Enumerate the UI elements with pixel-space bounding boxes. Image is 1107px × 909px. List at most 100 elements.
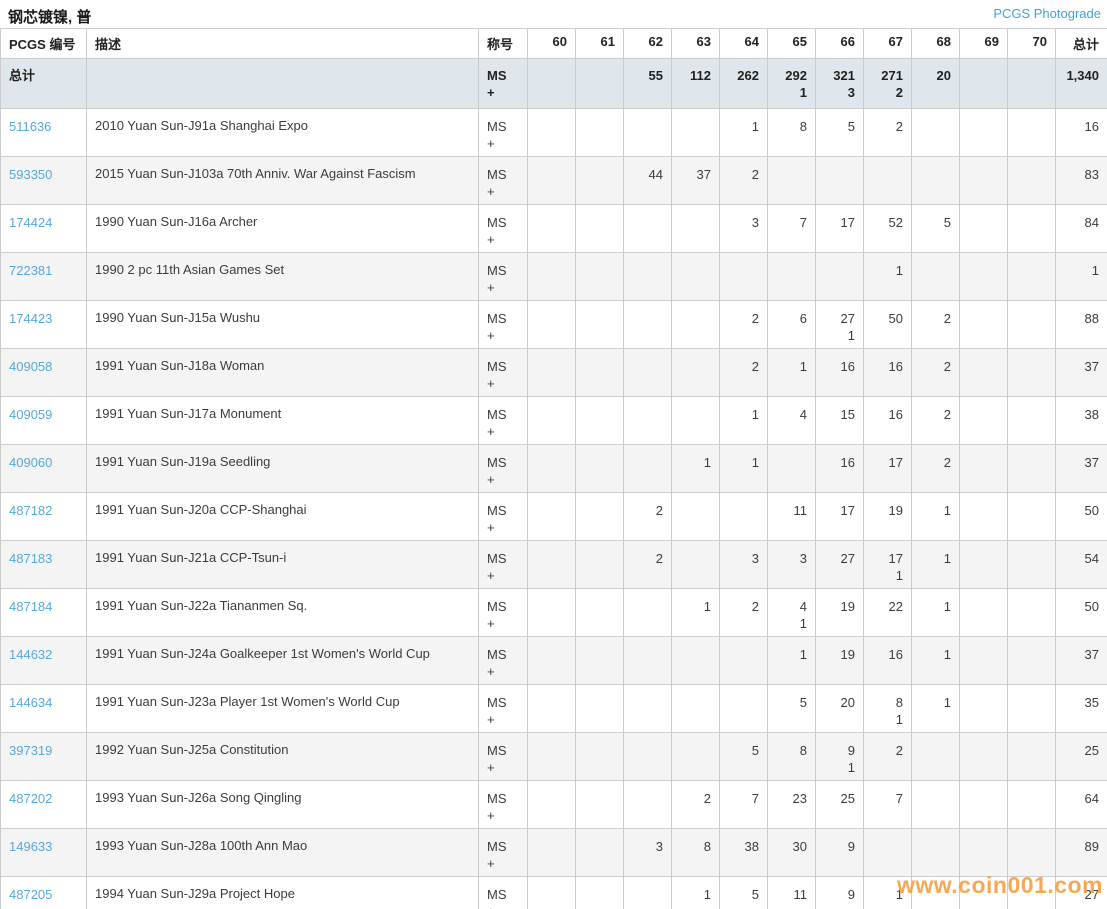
pcgs-number-link[interactable]: 409060 xyxy=(9,455,52,470)
pcgs-number-link[interactable]: 174423 xyxy=(9,311,52,326)
grade-count-ms: 1 xyxy=(896,263,903,278)
grade-count-ms: 16 xyxy=(841,359,855,374)
table-row: 4871841991 Yuan Sun-J22a Tiananmen Sq.MS… xyxy=(1,589,1107,637)
grade-cell: 20 xyxy=(816,685,864,733)
designation-ms-label: MS xyxy=(487,838,519,855)
totals-row: 总计MS+55112262292132132712201,340 xyxy=(1,59,1107,109)
grade-cell: 25 xyxy=(816,781,864,829)
grade-count-ms: 1 xyxy=(944,599,951,614)
pcgs-number-cell: 487202 xyxy=(1,781,87,829)
pcgs-number-link[interactable]: 511636 xyxy=(9,119,51,134)
pcgs-number-link[interactable]: 487202 xyxy=(9,791,52,806)
designation-cell: MS+ xyxy=(479,109,528,157)
grade-cell xyxy=(672,733,720,781)
designation-ms-label: MS xyxy=(487,358,519,375)
grade-count-ms: 3 xyxy=(800,551,807,566)
pcgs-number-link[interactable]: 487184 xyxy=(9,599,52,614)
grade-cell xyxy=(624,637,672,685)
pcgs-number-link[interactable]: 174424 xyxy=(9,215,52,230)
pcgs-number-link[interactable]: 487183 xyxy=(9,551,52,566)
row-total-cell: 50 xyxy=(1056,589,1107,637)
grade-cell xyxy=(576,733,624,781)
description-cell: 2010 Yuan Sun-J91a Shanghai Expo xyxy=(87,109,479,157)
grade-cell xyxy=(960,205,1008,253)
pcgs-number-cell: 397319 xyxy=(1,733,87,781)
pcgs-number-link[interactable]: 397319 xyxy=(9,743,52,758)
grade-cell: 9 xyxy=(816,829,864,877)
grade-cell: 2 xyxy=(624,541,672,589)
pcgs-number-link[interactable]: 409058 xyxy=(9,359,52,374)
pcgs-number-link[interactable]: 593350 xyxy=(9,167,52,182)
page-title: 钢芯镀镍, 普 xyxy=(8,6,91,27)
grade-count-ms: 11 xyxy=(794,503,808,518)
grade-cell: 1 xyxy=(912,493,960,541)
grade-cell: 17 xyxy=(864,445,912,493)
grade-count-ms: 2 xyxy=(944,311,951,326)
grade-cell: 37 xyxy=(672,157,720,205)
grade-cell xyxy=(528,349,576,397)
grade-count-ms: 2 xyxy=(752,167,759,182)
pcgs-number-link[interactable]: 144632 xyxy=(9,647,52,662)
grade-cell: 30 xyxy=(768,829,816,877)
pcgs-number-cell: 487205 xyxy=(1,877,87,909)
designation-ms-label: MS xyxy=(487,694,519,711)
grade-count-ms: 2 xyxy=(704,791,711,806)
grade-cell xyxy=(528,877,576,909)
grade-count-ms: 50 xyxy=(889,311,903,326)
grade-cell xyxy=(960,301,1008,349)
grade-count-ms: 2 xyxy=(752,599,759,614)
grade-cell: 1 xyxy=(672,445,720,493)
grade-cell xyxy=(576,349,624,397)
grade-cell xyxy=(576,253,624,301)
description-cell: 1991 Yuan Sun-J20a CCP-Shanghai xyxy=(87,493,479,541)
pcgs-number-cell: 593350 xyxy=(1,157,87,205)
grade-cell xyxy=(720,253,768,301)
grade-cell xyxy=(576,541,624,589)
row-total-cell: 83 xyxy=(1056,157,1107,205)
column-header-description: 描述 xyxy=(87,29,479,59)
table-row: 4871821991 Yuan Sun-J20a CCP-ShanghaiMS+… xyxy=(1,493,1107,541)
table-header-row: PCGS 编号 描述 称号 6061626364656667686970总计 xyxy=(1,29,1107,59)
grade-count-ms: 1 xyxy=(944,695,951,710)
row-total-cell: 50 xyxy=(1056,493,1107,541)
designation-ms-label: MS xyxy=(487,598,519,615)
pcgs-number-link[interactable]: 144634 xyxy=(9,695,52,710)
pcgs-number-link[interactable]: 409059 xyxy=(9,407,52,422)
grade-cell xyxy=(624,397,672,445)
grade-cell: 19 xyxy=(816,589,864,637)
grade-count-ms: 22 xyxy=(889,599,903,614)
grade-cell xyxy=(1008,301,1056,349)
designation-plus-label: + xyxy=(487,615,519,632)
pcgs-number-cell: 409059 xyxy=(1,397,87,445)
pcgs-number-link[interactable]: 487205 xyxy=(9,887,52,902)
grade-cell xyxy=(912,253,960,301)
designation-plus-label: + xyxy=(487,759,519,776)
designation-plus-label: + xyxy=(487,231,519,248)
table-row: 4872021993 Yuan Sun-J26a Song QinglingMS… xyxy=(1,781,1107,829)
table-row: 4090581991 Yuan Sun-J18a WomanMS+2116162… xyxy=(1,349,1107,397)
grade-cell: 1 xyxy=(768,637,816,685)
grade-count-ms: 55 xyxy=(649,68,663,83)
designation-plus-label: + xyxy=(487,423,519,440)
pcgs-photograde-link[interactable]: PCGS Photograde xyxy=(993,6,1101,21)
pcgs-number-cell: 487182 xyxy=(1,493,87,541)
grade-count-ms: 15 xyxy=(841,407,855,422)
pcgs-number-link[interactable]: 487182 xyxy=(9,503,52,518)
grade-cell xyxy=(528,445,576,493)
grade-cell xyxy=(960,637,1008,685)
grade-count-ms: 37 xyxy=(697,167,711,182)
designation-plus-label: + xyxy=(487,279,519,296)
description-cell: 1994 Yuan Sun-J29a Project Hope xyxy=(87,877,479,909)
pcgs-number-link[interactable]: 149633 xyxy=(9,839,52,854)
pcgs-number-cell: 487183 xyxy=(1,541,87,589)
totals-grade-cell: 112 xyxy=(672,59,720,109)
grade-cell: 2 xyxy=(720,157,768,205)
grade-cell xyxy=(912,733,960,781)
designation-cell: MS+ xyxy=(479,253,528,301)
pcgs-number-link[interactable]: 722381 xyxy=(9,263,52,278)
grade-cell: 8 xyxy=(768,109,816,157)
designation-ms-label: MS xyxy=(487,550,519,567)
grade-cell xyxy=(1008,493,1056,541)
grade-cell xyxy=(1008,109,1056,157)
designation-plus-label: + xyxy=(487,855,519,872)
